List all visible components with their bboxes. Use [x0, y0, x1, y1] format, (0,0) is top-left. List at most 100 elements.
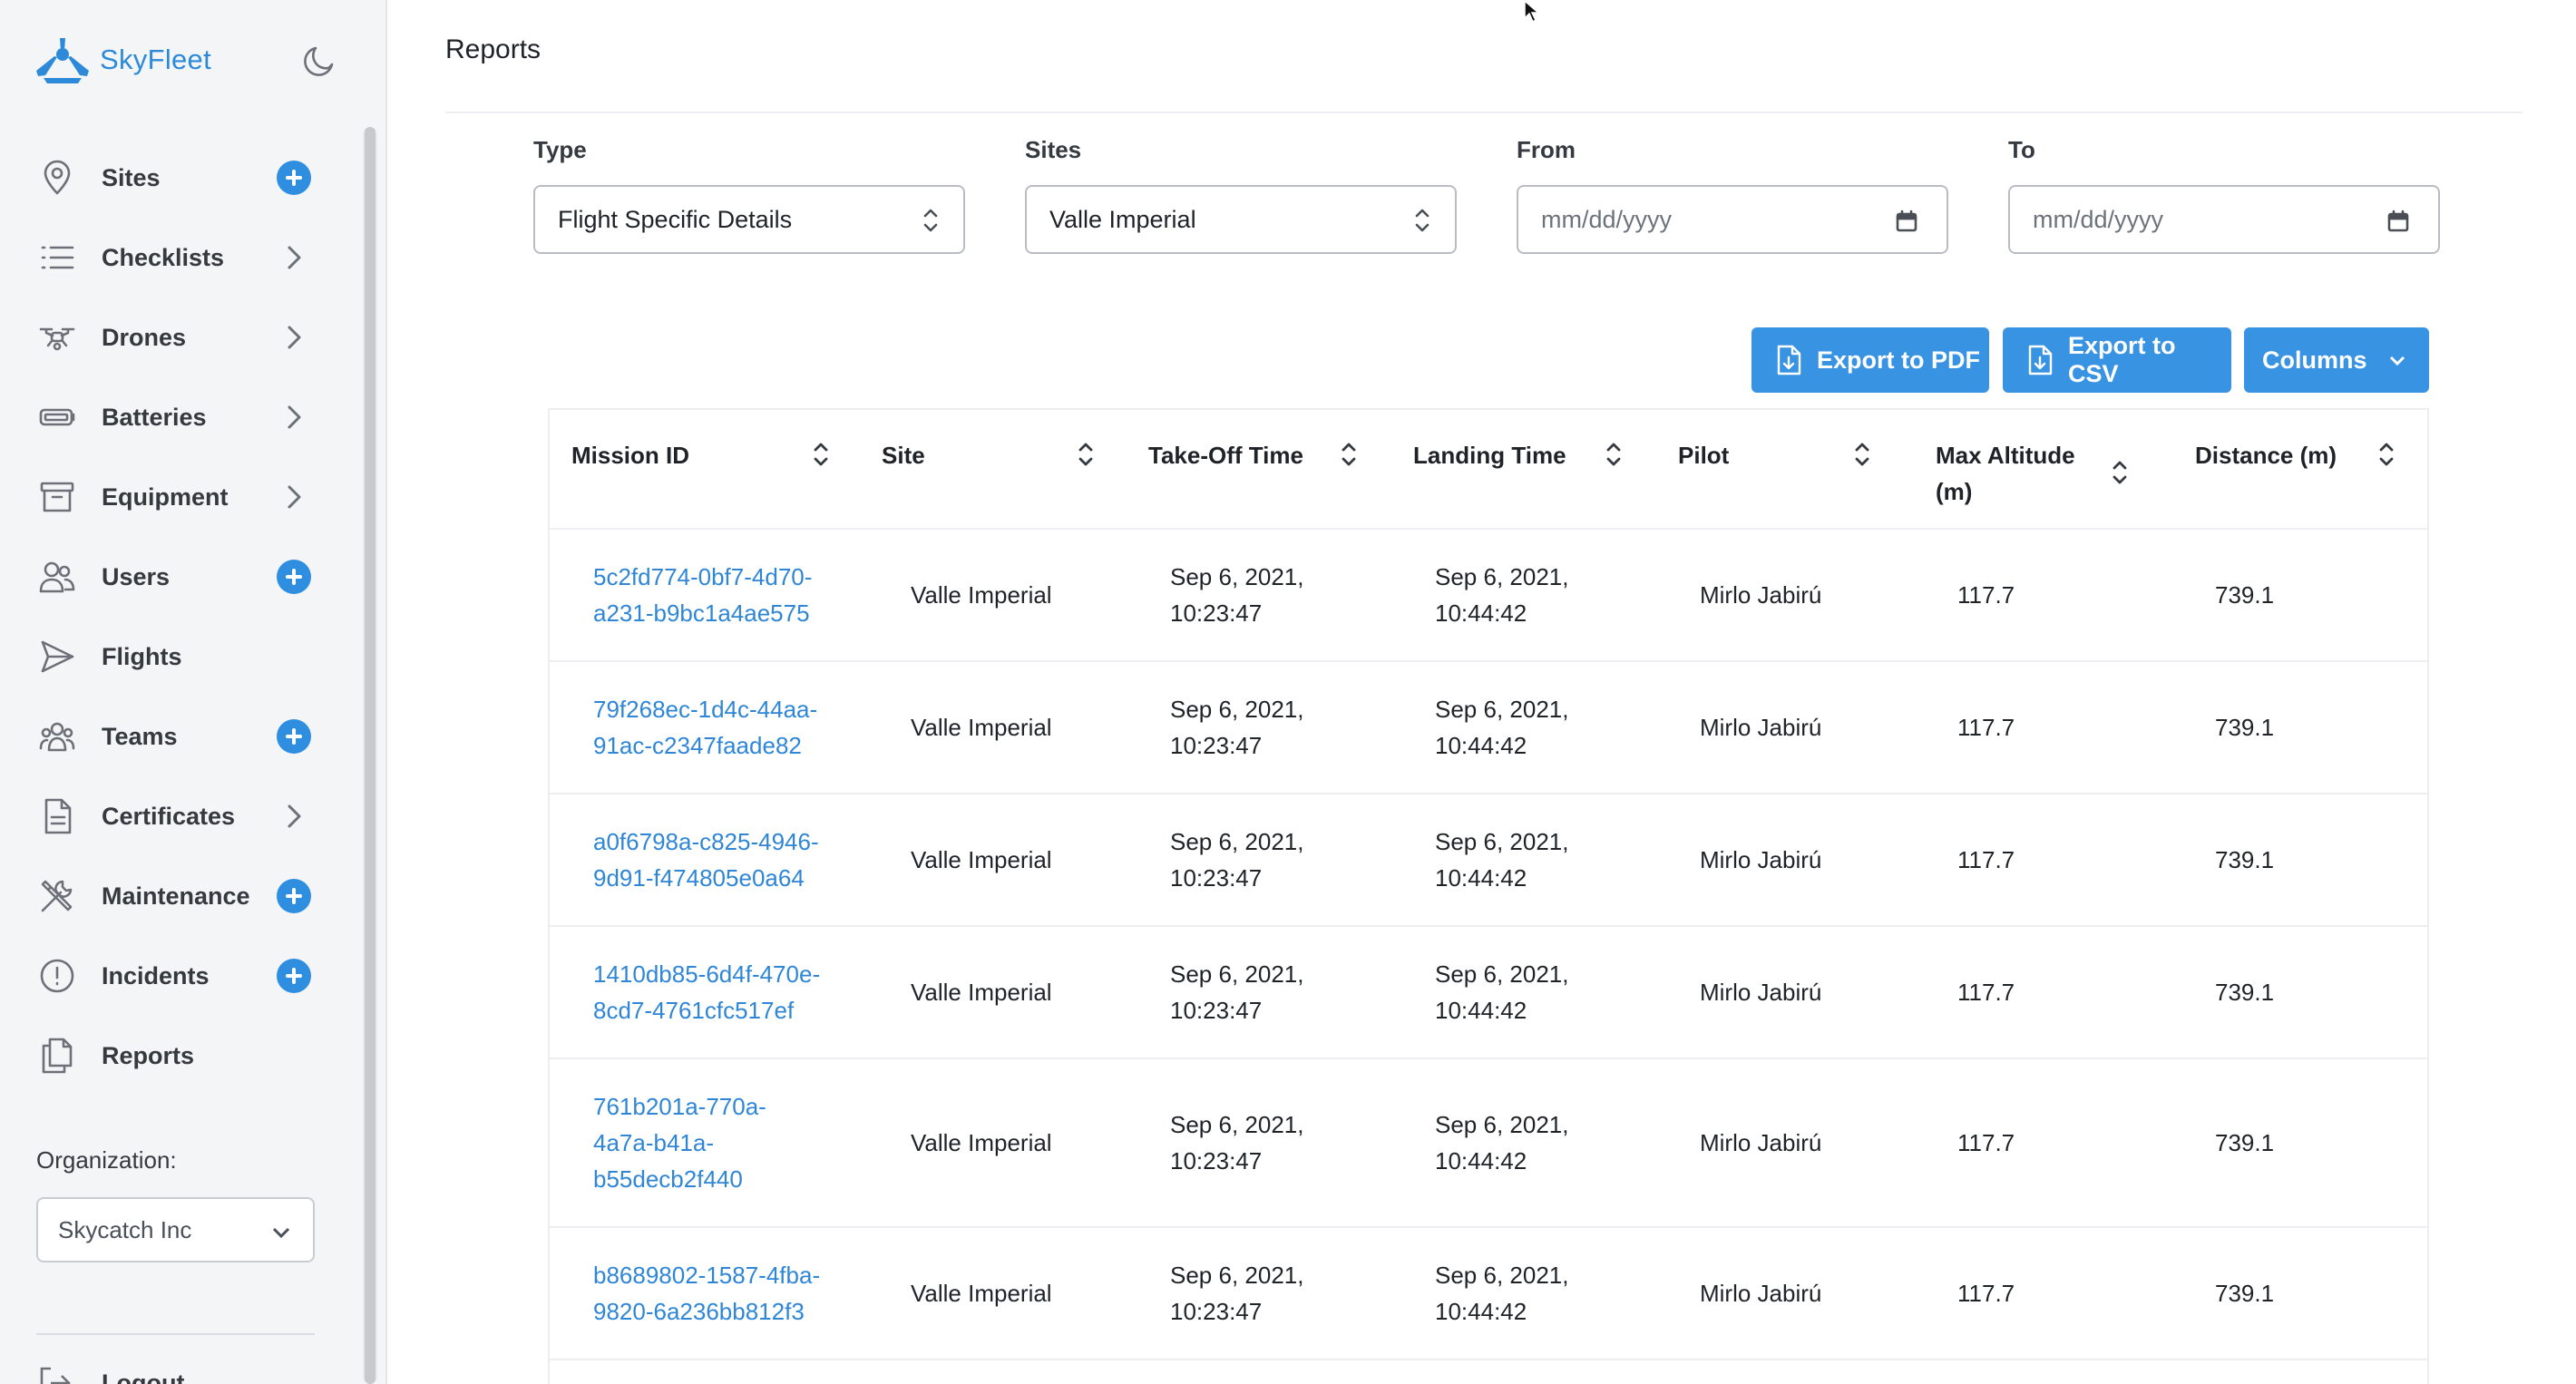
- landing-cell: Sep 6, 2021, 10:44:42: [1435, 559, 1568, 631]
- plus-icon: [277, 879, 311, 913]
- sort-icon: [1855, 443, 1869, 466]
- sidebar-item-label: Certificates: [102, 802, 236, 830]
- sidebar-item-reports[interactable]: Reports: [0, 1016, 363, 1096]
- distance-cell: 739.1: [2215, 979, 2275, 1006]
- add-user-button[interactable]: [276, 559, 312, 595]
- map-pin-icon: [36, 157, 78, 199]
- takeoff-time: 10:23:47: [1170, 732, 1263, 759]
- logout-button[interactable]: Logout: [36, 1365, 184, 1384]
- header-mission-id[interactable]: Mission ID: [571, 437, 689, 473]
- mission-id-line: 9d91-f474805e0a64: [593, 864, 805, 892]
- sort-max-altitude[interactable]: [2110, 457, 2130, 488]
- export-pdf-button[interactable]: Export to PDF: [1751, 327, 1989, 393]
- expand-equipment-button[interactable]: [276, 479, 312, 515]
- type-filter: Type Flight Specific Details: [533, 136, 965, 254]
- plus-icon: [277, 959, 311, 993]
- header-max-altitude[interactable]: Max Altitude (m): [1936, 437, 2090, 510]
- sidebar-item-teams[interactable]: Teams: [0, 697, 363, 776]
- table-row[interactable]: 761b201a-770a- 4a7a-b41a-b55decb2f440 Val…: [550, 1059, 2427, 1228]
- sidebar-item-drones[interactable]: Drones: [0, 297, 363, 377]
- header-label: Landing Time: [1413, 442, 1566, 469]
- header-takeoff-time[interactable]: Take-Off Time: [1148, 437, 1303, 473]
- sort-mission-id[interactable]: [811, 439, 831, 470]
- organization-select[interactable]: Skycatch Inc: [36, 1197, 315, 1262]
- landing-time: 10:44:42: [1435, 1298, 1527, 1325]
- table-row[interactable]: b8689802-1587-4fba- 9820-6a236bb812f3 Val…: [550, 1228, 2427, 1360]
- sidebar-item-sites[interactable]: Sites: [0, 138, 363, 218]
- landing-date: Sep 6, 2021,: [1435, 696, 1569, 723]
- expand-drones-button[interactable]: [276, 319, 312, 356]
- sidebar-item-equipment[interactable]: Equipment: [0, 457, 363, 537]
- table-row[interactable]: 5c2fd774-0bf7-4d70- a231-b9bc1a4ae575 Val…: [550, 530, 2427, 662]
- type-select[interactable]: Flight Specific Details: [533, 185, 965, 254]
- mission-id-link[interactable]: a0f6798a-c825-4946- 9d91-f474805e0a64: [593, 824, 819, 896]
- sort-pilot[interactable]: [1852, 439, 1872, 470]
- header-label: Site: [882, 442, 925, 469]
- sort-landing-time[interactable]: [1604, 439, 1624, 470]
- to-date-input[interactable]: mm/dd/yyyy: [2008, 185, 2440, 254]
- add-team-button[interactable]: [276, 718, 312, 755]
- site-cell: Valle Imperial: [911, 979, 1052, 1006]
- plus-icon: [277, 560, 311, 594]
- expand-batteries-button[interactable]: [276, 399, 312, 435]
- takeoff-time: 10:23:47: [1170, 599, 1263, 627]
- sites-select[interactable]: Valle Imperial: [1025, 185, 1457, 254]
- main-content: Reports Type Flight Specific Details Sit…: [388, 0, 2576, 1384]
- expand-checklists-button[interactable]: [276, 239, 312, 276]
- mission-id-link[interactable]: 5c2fd774-0bf7-4d70- a231-b9bc1a4ae575: [593, 559, 812, 631]
- mission-id-link[interactable]: b8689802-1587-4fba- 9820-6a236bb812f3: [593, 1257, 820, 1330]
- landing-time: 10:44:42: [1435, 599, 1527, 627]
- tools-icon: [36, 875, 78, 917]
- users-icon: [36, 556, 78, 598]
- sidebar-item-label: Sites: [102, 163, 161, 191]
- header-site[interactable]: Site: [882, 437, 925, 473]
- sort-icon: [814, 443, 828, 466]
- sidebar-item-users[interactable]: Users: [0, 537, 363, 617]
- header-landing-time[interactable]: Landing Time: [1413, 437, 1566, 473]
- sidebar-item-incidents[interactable]: Incidents: [0, 936, 363, 1016]
- page-title: Reports: [445, 34, 542, 64]
- sort-icon: [1078, 443, 1093, 466]
- header-pilot[interactable]: Pilot: [1678, 437, 1729, 473]
- takeoff-time: 10:23:47: [1170, 864, 1263, 892]
- type-value: Flight Specific Details: [558, 205, 793, 233]
- from-label: From: [1517, 136, 1576, 163]
- from-date-input[interactable]: mm/dd/yyyy: [1517, 185, 1948, 254]
- add-maintenance-button[interactable]: [276, 878, 312, 914]
- header-label: Mission ID: [571, 442, 690, 469]
- sidebar-item-checklists[interactable]: Checklists: [0, 218, 363, 297]
- brand[interactable]: SkyFleet: [34, 34, 211, 85]
- add-incident-button[interactable]: [276, 958, 312, 994]
- organization-value: Skycatch Inc: [58, 1215, 192, 1243]
- sort-site[interactable]: [1076, 439, 1096, 470]
- add-site-button[interactable]: [276, 160, 312, 196]
- sort-distance[interactable]: [2376, 439, 2396, 470]
- sidebar-item-flights[interactable]: Flights: [0, 617, 363, 697]
- brand-name: SkyFleet: [100, 44, 211, 75]
- mission-id-link[interactable]: 79f268ec-1d4c-44aa- 91ac-c2347faade82: [593, 691, 817, 764]
- table-row[interactable]: 1410db85-6d4f-470e- 8cd7-4761cfc517ef Val…: [550, 927, 2427, 1059]
- mission-id-link[interactable]: 761b201a-770a- 4a7a-b41a-b55decb2f440: [593, 1088, 766, 1197]
- table-row[interactable]: a0f6798a-c825-4946- 9d91-f474805e0a64 Val…: [550, 794, 2427, 927]
- export-csv-button[interactable]: Export to CSV: [2003, 327, 2231, 393]
- calendar-icon[interactable]: [1894, 209, 1919, 234]
- landing-date: Sep 6, 2021,: [1435, 563, 1569, 590]
- mission-id-line: b55decb2f440: [593, 1165, 743, 1193]
- header-distance[interactable]: Distance (m): [2195, 437, 2337, 473]
- plus-icon: [277, 719, 311, 754]
- calendar-icon[interactable]: [2386, 209, 2411, 234]
- sort-takeoff-time[interactable]: [1339, 439, 1359, 470]
- sidebar-item-label: Equipment: [102, 482, 229, 511]
- sidebar-scrollbar-thumb[interactable]: [365, 127, 376, 1384]
- table-row[interactable]: 79f268ec-1d4c-44aa- 91ac-c2347faade82 Val…: [550, 662, 2427, 794]
- pilot-cell: Mirlo Jabirú: [1700, 1129, 1822, 1156]
- sidebar-item-maintenance[interactable]: Maintenance: [0, 856, 363, 936]
- mission-id-link[interactable]: 1410db85-6d4f-470e- 8cd7-4761cfc517ef: [593, 956, 820, 1028]
- takeoff-cell: Sep 6, 2021, 10:23:47: [1170, 824, 1303, 896]
- landing-date: Sep 6, 2021,: [1435, 1111, 1569, 1138]
- dark-mode-toggle[interactable]: [303, 41, 339, 77]
- columns-button[interactable]: Columns: [2244, 327, 2429, 393]
- sidebar-item-certificates[interactable]: Certificates: [0, 776, 363, 856]
- sidebar-item-batteries[interactable]: Batteries: [0, 377, 363, 457]
- expand-certificates-button[interactable]: [276, 798, 312, 834]
